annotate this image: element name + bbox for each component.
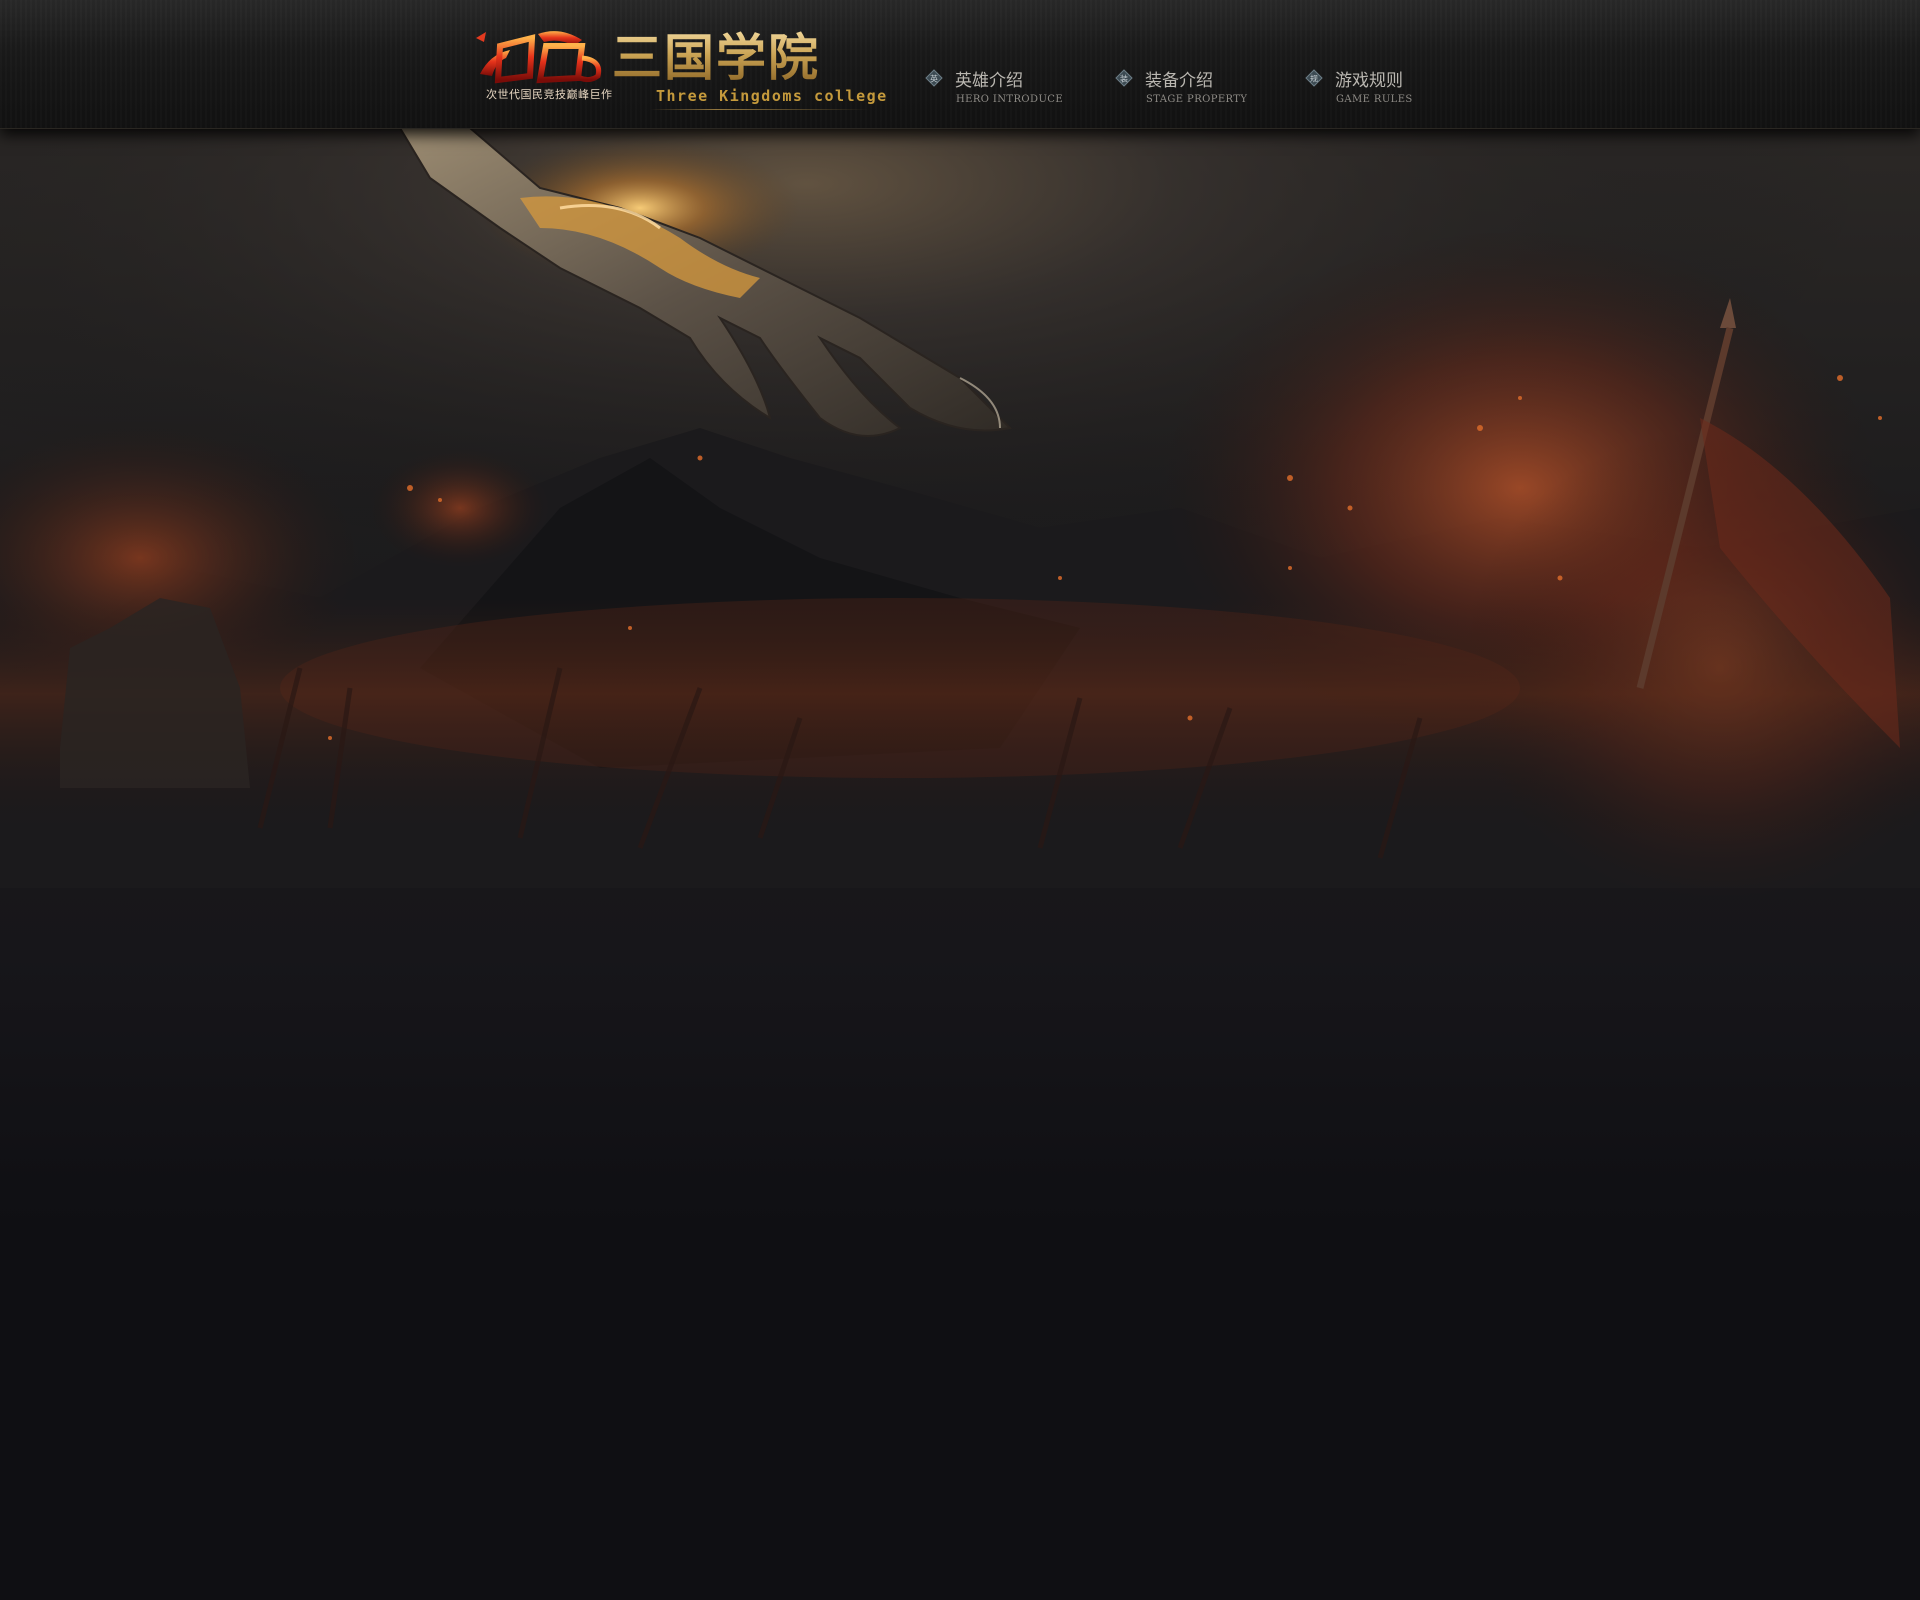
nav-rules-label: 游戏规则 bbox=[1335, 71, 1403, 91]
svg-text:装: 装 bbox=[1120, 74, 1128, 84]
top-header-bar: 次世代国民竞技巅峰巨作 三国学院 Three Kingdoms college … bbox=[0, 0, 1920, 129]
nav-hero-label: 英雄介绍 bbox=[955, 71, 1023, 91]
site-title-cn: 三国学院 bbox=[612, 29, 820, 87]
game-logo[interactable]: 次世代国民竞技巅峰巨作 bbox=[470, 24, 612, 102]
svg-text:规: 规 bbox=[1310, 74, 1318, 84]
diamond-icon: 装 bbox=[1115, 69, 1133, 87]
title-divider bbox=[650, 109, 870, 110]
svg-text:英: 英 bbox=[930, 74, 938, 84]
site-title-en: Three Kingdoms college bbox=[656, 87, 888, 105]
game-logo-tagline: 次世代国民竞技巅峰巨作 bbox=[486, 88, 613, 101]
page: 次世代国民竞技巅峰巨作 三国学院 Three Kingdoms college … bbox=[0, 0, 1920, 1600]
nav-equipment-label: 装备介绍 bbox=[1145, 71, 1213, 91]
main-navigation: 英 英雄介绍 HERO INTRODUCE 装 装备介绍 STAGE PROPE bbox=[925, 64, 1445, 114]
hero-battle-background bbox=[0, 128, 1920, 1228]
ground-fade bbox=[0, 1180, 1920, 1600]
nav-hero-sublabel: HERO INTRODUCE bbox=[956, 94, 1064, 105]
battle-scene-illustration bbox=[0, 128, 1920, 1228]
game-logo-icon bbox=[476, 31, 602, 84]
nav-equipment-sublabel: STAGE PROPERTY bbox=[1146, 94, 1248, 105]
nav-rules-sublabel: GAME RULES bbox=[1336, 94, 1413, 105]
diamond-icon: 英 bbox=[925, 69, 943, 87]
diamond-icon: 规 bbox=[1305, 69, 1323, 87]
header-content: 次世代国民竞技巅峰巨作 三国学院 Three Kingdoms college … bbox=[470, 0, 1460, 128]
site-title[interactable]: 三国学院 Three Kingdoms college bbox=[612, 30, 892, 110]
